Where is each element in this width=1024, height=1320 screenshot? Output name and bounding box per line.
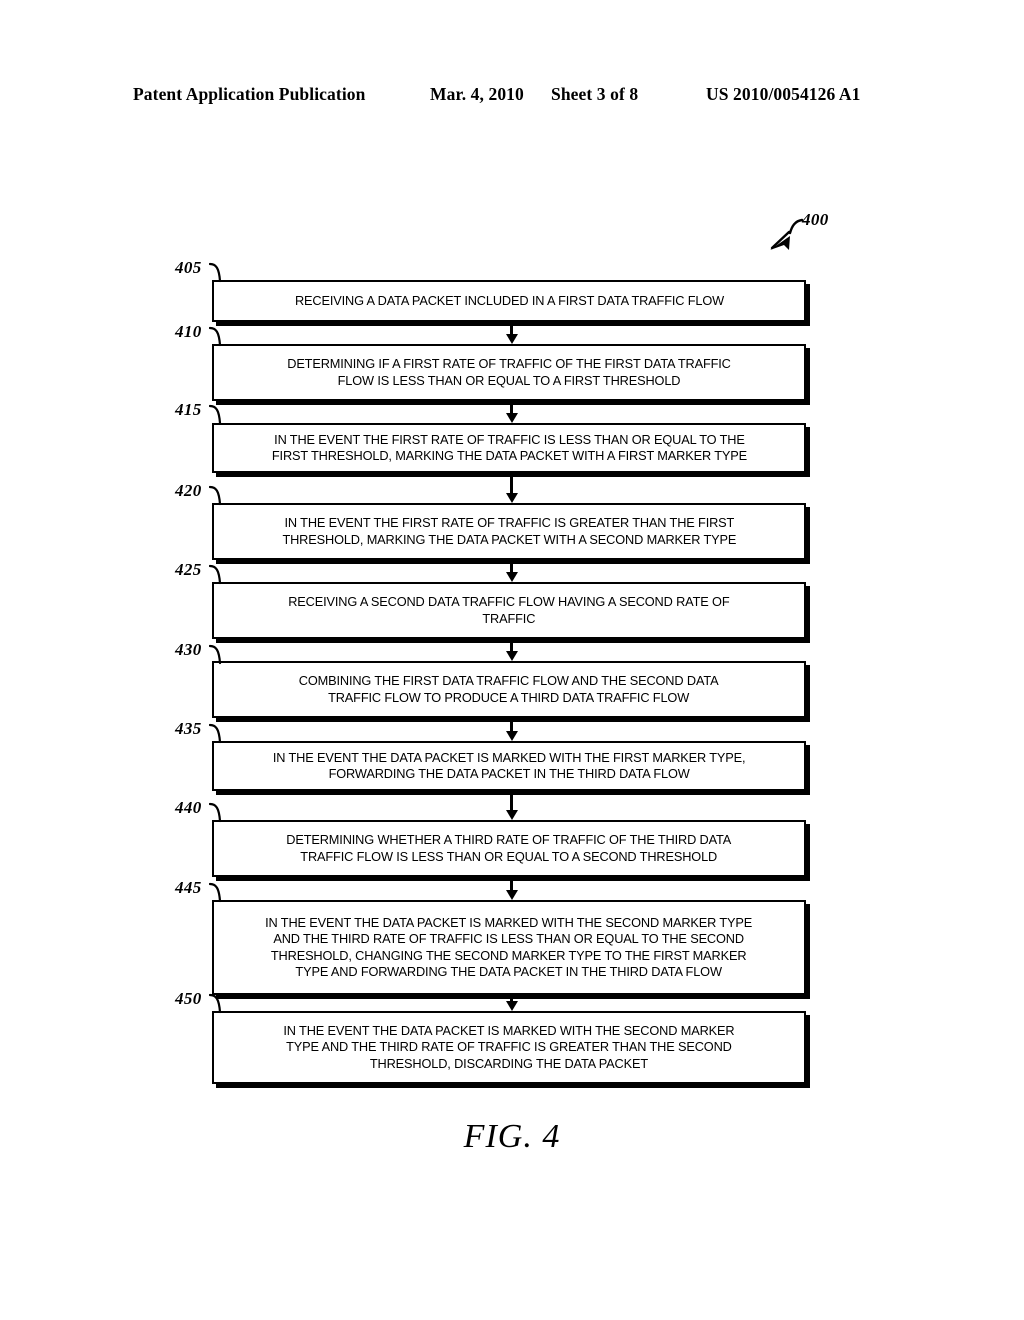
reference-leader-405 xyxy=(208,259,235,283)
reference-numeral-420: 420 xyxy=(175,481,202,501)
connector-arrow-435-to-440 xyxy=(505,795,519,820)
reference-numeral-425: 425 xyxy=(175,560,202,580)
flowchart-step-430: COMBINING THE FIRST DATA TRAFFIC FLOW AN… xyxy=(212,661,806,718)
reference-numeral-405: 405 xyxy=(175,258,202,278)
connector-stem xyxy=(510,795,513,811)
leader-hook-icon xyxy=(208,644,222,665)
reference-leader-420 xyxy=(208,482,235,506)
flowchart-step-435: IN THE EVENT THE DATA PACKET IS MARKED W… xyxy=(212,741,806,791)
connector-arrowhead-icon xyxy=(505,731,518,741)
reference-numeral-430: 430 xyxy=(175,640,202,660)
reference-numeral-405-label: 405 xyxy=(175,258,202,277)
connector-arrowhead-icon xyxy=(505,413,518,423)
reference-leader-415 xyxy=(208,401,235,425)
flowchart-step-440-label: DETERMINING WHETHER A THIRD RATE OF TRAF… xyxy=(286,832,732,864)
figure-caption: FIG. 4 xyxy=(463,1118,561,1155)
leader-hook-icon xyxy=(208,262,222,283)
connector-arrowhead-icon xyxy=(505,334,518,344)
callout-number-label: 400 xyxy=(802,210,829,229)
flowchart-step-405-label: RECEIVING A DATA PACKET INCLUDED IN A FI… xyxy=(294,292,724,308)
reference-numeral-430-label: 430 xyxy=(175,640,202,659)
reference-leader-450 xyxy=(208,990,235,1014)
connector-arrow-425-to-430 xyxy=(505,643,519,661)
flowchart-step-405: RECEIVING A DATA PACKET INCLUDED IN A FI… xyxy=(212,280,806,322)
leader-hook-icon xyxy=(208,564,222,585)
connector-arrowhead-icon xyxy=(505,810,518,820)
flowchart-step-425: RECEIVING A SECOND DATA TRAFFIC FLOW HAV… xyxy=(212,582,806,639)
flowchart-step-415-label: IN THE EVENT THE FIRST RATE OF TRAFFIC I… xyxy=(271,431,747,463)
connector-arrow-405-to-410 xyxy=(505,326,519,344)
reference-numeral-445-label: 445 xyxy=(175,878,202,897)
connector-arrow-415-to-420 xyxy=(505,477,519,503)
reference-leader-410 xyxy=(208,323,235,347)
flowchart-step-425-label: RECEIVING A SECOND DATA TRAFFIC FLOW HAV… xyxy=(288,594,730,626)
reference-leader-440 xyxy=(208,799,235,823)
leader-hook-icon xyxy=(208,882,222,903)
reference-numeral-435: 435 xyxy=(175,719,202,739)
leader-hook-icon xyxy=(208,326,222,347)
flowchart-step-435-label: IN THE EVENT THE DATA PACKET IS MARKED W… xyxy=(272,749,746,781)
flowchart-step-430-label: COMBINING THE FIRST DATA TRAFFIC FLOW AN… xyxy=(299,673,719,705)
reference-numeral-435-label: 435 xyxy=(175,719,202,738)
reference-numeral-445: 445 xyxy=(175,878,202,898)
leader-hook-icon xyxy=(208,802,222,823)
flowchart-step-410: DETERMINING IF A FIRST RATE OF TRAFFIC O… xyxy=(212,344,806,401)
reference-numeral-415-label: 415 xyxy=(175,400,202,419)
connector-arrowhead-icon xyxy=(505,1001,518,1011)
flowchart-step-450-label: IN THE EVENT THE DATA PACKET IS MARKED W… xyxy=(283,1023,735,1071)
flowchart-step-445: IN THE EVENT THE DATA PACKET IS MARKED W… xyxy=(212,900,806,995)
connector-arrow-445-to-450 xyxy=(505,999,519,1011)
connector-arrowhead-icon xyxy=(505,651,518,661)
reference-numeral-425-label: 425 xyxy=(175,560,202,579)
reference-numeral-440-label: 440 xyxy=(175,798,202,817)
figure-callout-400: 400 xyxy=(762,210,852,260)
flowchart-step-410-label: DETERMINING IF A FIRST RATE OF TRAFFIC O… xyxy=(287,356,731,388)
reference-numeral-410-label: 410 xyxy=(175,322,202,341)
reference-numeral-440: 440 xyxy=(175,798,202,818)
figure-4-flowchart: 400 RECEIVING A DATA PACKET INCLUDED IN … xyxy=(0,0,1024,1320)
leader-hook-icon xyxy=(208,404,222,425)
reference-leader-430 xyxy=(208,641,235,665)
reference-numeral-410: 410 xyxy=(175,322,202,342)
reference-leader-445 xyxy=(208,879,235,903)
flowchart-step-445-label: IN THE EVENT THE DATA PACKET IS MARKED W… xyxy=(265,914,753,979)
flowchart-step-440: DETERMINING WHETHER A THIRD RATE OF TRAF… xyxy=(212,820,806,877)
connector-arrowhead-icon xyxy=(505,890,518,900)
connector-arrowhead-icon xyxy=(505,493,518,503)
connector-arrow-420-to-425 xyxy=(505,564,519,582)
connector-arrowhead-icon xyxy=(505,572,518,582)
reference-leader-435 xyxy=(208,720,235,744)
connector-stem xyxy=(510,477,513,494)
flowchart-step-420: IN THE EVENT THE FIRST RATE OF TRAFFIC I… xyxy=(212,503,806,560)
leader-hook-icon xyxy=(208,723,222,744)
flowchart-step-415: IN THE EVENT THE FIRST RATE OF TRAFFIC I… xyxy=(212,423,806,473)
connector-arrow-410-to-415 xyxy=(505,405,519,423)
flowchart-step-420-label: IN THE EVENT THE FIRST RATE OF TRAFFIC I… xyxy=(282,515,736,547)
connector-arrow-440-to-445 xyxy=(505,881,519,900)
reference-numeral-420-label: 420 xyxy=(175,481,202,500)
reference-numeral-450-label: 450 xyxy=(175,989,202,1008)
reference-leader-425 xyxy=(208,561,235,585)
leader-hook-icon xyxy=(208,485,222,506)
connector-arrow-430-to-435 xyxy=(505,722,519,741)
reference-numeral-415: 415 xyxy=(175,400,202,420)
flowchart-step-450: IN THE EVENT THE DATA PACKET IS MARKED W… xyxy=(212,1011,806,1084)
reference-numeral-450: 450 xyxy=(175,989,202,1009)
leader-hook-icon xyxy=(208,993,222,1014)
